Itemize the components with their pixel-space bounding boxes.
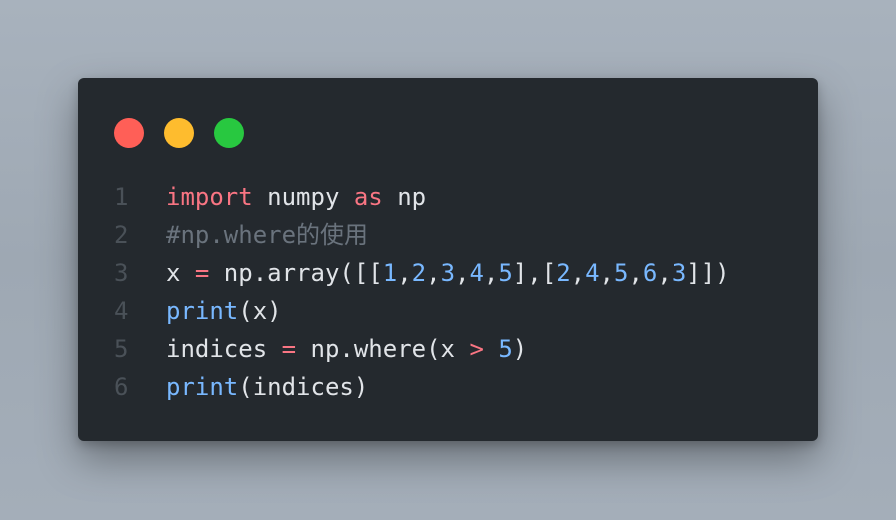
code-token: , [397, 259, 412, 287]
code-token: as [353, 183, 383, 211]
code-token: 3 [671, 259, 687, 287]
line-number: 2 [114, 221, 129, 249]
code-token: , [483, 259, 499, 287]
code-token: print [166, 373, 239, 401]
code-token: 5 [614, 259, 629, 287]
code-token: ]]) [686, 259, 730, 287]
code-token: numpy [252, 183, 354, 211]
window-controls [114, 118, 244, 148]
line-number: 4 [114, 297, 129, 325]
code-token: , [599, 259, 614, 287]
code-window: 1 import numpy as np 2 #np.where的使用 3 x = np.… [78, 78, 818, 441]
code-token: x [166, 259, 195, 287]
code-token: 6 [642, 259, 658, 287]
line-number: 5 [114, 335, 129, 363]
code-text: print(x) [166, 292, 282, 330]
code-token: , [426, 259, 441, 287]
code-token: (indices) [238, 373, 369, 401]
code-token: 2 [411, 259, 427, 287]
line-number: 1 [114, 183, 129, 211]
code-token: import [166, 183, 253, 211]
code-token: 4 [469, 259, 484, 287]
code-token: 1 [382, 259, 398, 287]
code-line: 2 #np.where的使用 [78, 216, 818, 254]
code-line: 4 print(x) [78, 292, 818, 330]
line-number: 3 [114, 259, 129, 287]
code-line: 5 indices = np.where(x > 5) [78, 330, 818, 368]
code-token: np.array([[ [209, 259, 383, 287]
code-token: 3 [440, 259, 456, 287]
code-token: > [469, 335, 484, 363]
code-token: (x) [238, 297, 282, 325]
code-line: 1 import numpy as np [78, 178, 818, 216]
code-token: = [194, 259, 210, 287]
code-line: 3x = np.array([[1,2,3,4,5],[2,4,5,6,3]]) [78, 254, 818, 292]
code-token: , [657, 259, 672, 287]
code-token: indices [166, 335, 282, 363]
code-token: 5 [498, 335, 513, 363]
code-token: = [281, 335, 297, 363]
code-token: ) [512, 335, 528, 363]
line-number: 6 [114, 373, 129, 401]
code-line: 6 print(indices) [78, 368, 818, 406]
code-token: 2 [556, 259, 571, 287]
code-token: print [166, 297, 239, 325]
code-text: x = np.array([[1,2,3,4,5],[2,4,5,6,3]]) [166, 254, 730, 292]
code-token: , [570, 259, 586, 287]
minimize-window-button[interactable] [164, 118, 194, 148]
code-token: #np.where的使用 [166, 221, 369, 249]
code-text: #np.where的使用 [166, 216, 368, 254]
code-token: np.where(x [296, 335, 470, 363]
maximize-window-button[interactable] [214, 118, 244, 148]
code-token: , [455, 259, 470, 287]
code-token: 5 [498, 259, 513, 287]
code-text: indices = np.where(x > 5) [166, 330, 527, 368]
code-token: ],[ [512, 259, 557, 287]
code-token: 4 [585, 259, 600, 287]
code-text: print(indices) [166, 368, 368, 406]
code-text: import numpy as np [166, 178, 426, 216]
code-token: np [382, 183, 427, 211]
close-window-button[interactable] [114, 118, 144, 148]
code-token: , [628, 259, 643, 287]
code-block: 1 import numpy as np 2 #np.where的使用 3 x = np.… [78, 178, 818, 406]
